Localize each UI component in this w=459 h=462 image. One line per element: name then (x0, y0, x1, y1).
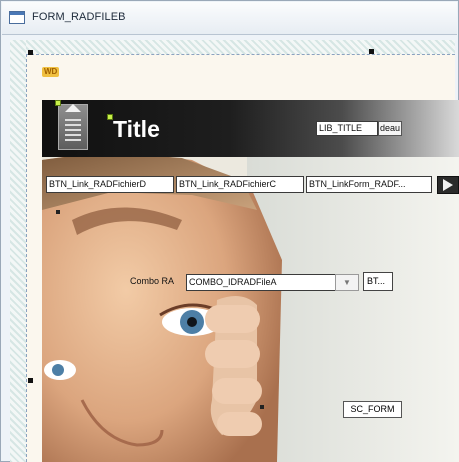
combo-dropdown-button[interactable]: ▼ (335, 274, 359, 291)
bt-button[interactable]: BT... (363, 272, 393, 291)
selection-marker-icon (55, 100, 61, 106)
window-title: FORM_RADFILEB (32, 11, 126, 23)
windev-logo: WD (42, 67, 60, 77)
lib-title-suffix[interactable]: deau (378, 121, 403, 136)
window-form-icon (9, 11, 25, 24)
combo-idradfilea[interactable]: COMBO_IDRADFileA (186, 274, 336, 291)
banner-title[interactable]: Title (113, 116, 160, 143)
lib-title-label[interactable]: LIB_TITLE (316, 121, 378, 136)
sc-form-control[interactable]: SC_FORM (343, 401, 402, 418)
btn-link-radfichierc[interactable]: BTN_Link_RADFichierC (176, 176, 304, 193)
selection-handle[interactable] (260, 405, 264, 409)
btn-linkform-radf[interactable]: BTN_LinkForm_RADF... (306, 176, 432, 193)
form-resize-handle-top-left[interactable] (28, 50, 33, 55)
btn-link-radfichierd[interactable]: BTN_Link_RADFichierD (46, 176, 174, 193)
combo-label: Combo RA (130, 276, 175, 286)
up-arrow-icon (65, 104, 81, 112)
form-resize-handle-top-middle[interactable] (369, 49, 374, 54)
form-resize-handle-left-middle[interactable] (28, 378, 33, 383)
window-title-bar[interactable]: FORM_RADFILEB (2, 2, 457, 35)
chevron-down-icon: ▼ (343, 278, 351, 287)
design-margin-left (10, 40, 26, 462)
next-button[interactable] (437, 176, 459, 194)
selection-handle[interactable] (56, 210, 60, 214)
arrow-right-icon (443, 179, 453, 191)
design-margin-top (10, 40, 455, 54)
